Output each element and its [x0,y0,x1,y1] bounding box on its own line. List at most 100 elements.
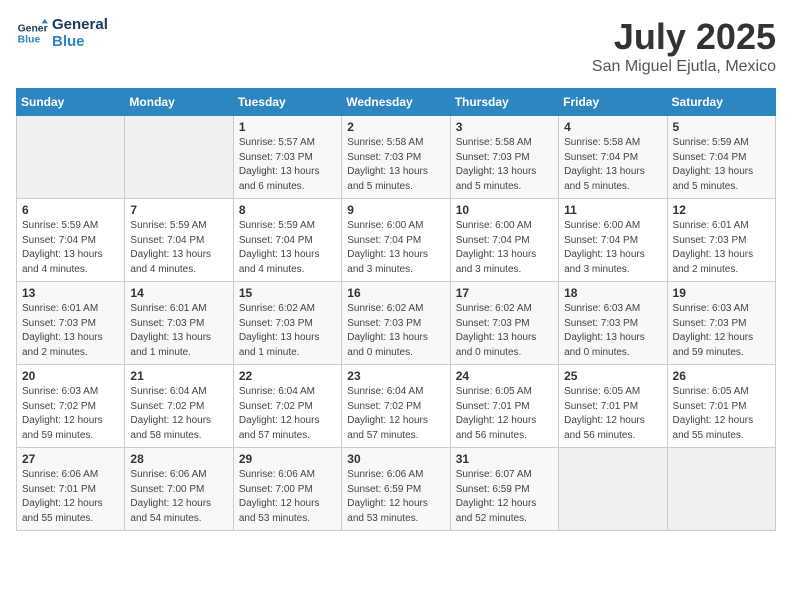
calendar-cell: 31 Sunrise: 6:07 AMSunset: 6:59 PMDayligh… [450,448,558,531]
day-detail: Sunrise: 6:00 AMSunset: 7:04 PMDaylight:… [347,219,444,277]
calendar-cell: 4 Sunrise: 5:58 AMSunset: 7:04 PMDaylight… [559,116,667,199]
calendar-cell: 5 Sunrise: 5:59 AMSunset: 7:04 PMDaylight… [667,116,775,199]
calendar-cell: 13 Sunrise: 6:01 AMSunset: 7:03 PMDayligh… [17,282,125,365]
calendar-cell [667,448,775,531]
day-detail: Sunrise: 6:03 AMSunset: 7:03 PMDaylight:… [673,302,770,360]
calendar-cell: 22Sunrise: 6:04 AMSunset: 7:02 PMDayligh… [233,365,341,448]
calendar-cell: 7Sunrise: 5:59 AMSunset: 7:04 PMDaylight… [125,199,233,282]
logo-text-line2: Blue [52,33,108,50]
day-detail: Sunrise: 6:02 AMSunset: 7:03 PMDaylight:… [456,302,553,360]
day-number: 6 [22,203,119,217]
day-number: 20 [22,369,119,383]
calendar-cell: 2 Sunrise: 5:58 AMSunset: 7:03 PMDaylight… [342,116,450,199]
weekday-header-row: SundayMondayTuesdayWednesdayThursdayFrid… [17,89,776,116]
calendar-cell: 10 Sunrise: 6:00 AMSunset: 7:04 PMDayligh… [450,199,558,282]
day-number: 11 [564,203,661,217]
day-number: 4 [564,120,661,134]
day-detail: Sunrise: 6:00 AMSunset: 7:04 PMDaylight:… [564,219,661,277]
calendar-cell: 15 Sunrise: 6:02 AMSunset: 7:03 PMDayligh… [233,282,341,365]
calendar-week-row: 1Sunrise: 5:57 AMSunset: 7:03 PMDaylight… [17,116,776,199]
calendar-cell: 17 Sunrise: 6:02 AMSunset: 7:03 PMDayligh… [450,282,558,365]
day-number: 19 [673,286,770,300]
logo-text-line1: General [52,16,108,33]
calendar-cell: 28 Sunrise: 6:06 AMSunset: 7:00 PMDayligh… [125,448,233,531]
day-number: 30 [347,452,444,466]
calendar-cell: 18Sunrise: 6:03 AMSunset: 7:03 PMDayligh… [559,282,667,365]
day-detail: Sunrise: 5:58 AMSunset: 7:03 PMDaylight:… [347,136,444,194]
day-number: 22 [239,369,336,383]
day-number: 21 [130,369,227,383]
day-detail: Sunrise: 6:05 AMSunset: 7:01 PMDaylight:… [564,385,661,443]
day-detail: Sunrise: 6:01 AMSunset: 7:03 PMDaylight:… [22,302,119,360]
day-detail: Sunrise: 6:02 AMSunset: 7:03 PMDaylight:… [347,302,444,360]
day-detail: Sunrise: 6:03 AMSunset: 7:02 PMDaylight:… [22,385,119,443]
day-detail: Sunrise: 6:06 AMSunset: 7:00 PMDaylight:… [239,468,336,526]
day-number: 29 [239,452,336,466]
month-title: July 2025 [592,16,776,58]
day-detail: Sunrise: 5:59 AMSunset: 7:04 PMDaylight:… [673,136,770,194]
weekday-header: Saturday [667,89,775,116]
calendar-cell: 3 Sunrise: 5:58 AMSunset: 7:03 PMDaylight… [450,116,558,199]
day-number: 27 [22,452,119,466]
logo-icon: General Blue [16,17,48,49]
calendar-cell: 16 Sunrise: 6:02 AMSunset: 7:03 PMDayligh… [342,282,450,365]
day-detail: Sunrise: 6:00 AMSunset: 7:04 PMDaylight:… [456,219,553,277]
svg-text:Blue: Blue [18,35,41,46]
day-detail: Sunrise: 5:59 AMSunset: 7:04 PMDaylight:… [22,219,119,277]
day-number: 16 [347,286,444,300]
day-number: 28 [130,452,227,466]
day-number: 26 [673,369,770,383]
calendar-cell: 6 Sunrise: 5:59 AMSunset: 7:04 PMDaylight… [17,199,125,282]
title-block: July 2025 San Miguel Ejutla, Mexico [592,16,776,76]
weekday-header: Thursday [450,89,558,116]
day-number: 17 [456,286,553,300]
weekday-header: Tuesday [233,89,341,116]
calendar-cell: 25Sunrise: 6:05 AMSunset: 7:01 PMDayligh… [559,365,667,448]
calendar-cell: 1Sunrise: 5:57 AMSunset: 7:03 PMDaylight… [233,116,341,199]
calendar-cell: 21Sunrise: 6:04 AMSunset: 7:02 PMDayligh… [125,365,233,448]
day-detail: Sunrise: 6:06 AMSunset: 6:59 PMDaylight:… [347,468,444,526]
svg-text:General: General [18,23,48,34]
calendar-week-row: 20 Sunrise: 6:03 AMSunset: 7:02 PMDayligh… [17,365,776,448]
day-number: 8 [239,203,336,217]
day-number: 18 [564,286,661,300]
day-detail: Sunrise: 6:06 AMSunset: 7:01 PMDaylight:… [22,468,119,526]
day-number: 9 [347,203,444,217]
calendar-week-row: 6 Sunrise: 5:59 AMSunset: 7:04 PMDaylight… [17,199,776,282]
day-detail: Sunrise: 6:06 AMSunset: 7:00 PMDaylight:… [130,468,227,526]
day-number: 1 [239,120,336,134]
day-number: 10 [456,203,553,217]
day-number: 24 [456,369,553,383]
weekday-header: Wednesday [342,89,450,116]
calendar-week-row: 13 Sunrise: 6:01 AMSunset: 7:03 PMDayligh… [17,282,776,365]
calendar-cell: 19 Sunrise: 6:03 AMSunset: 7:03 PMDayligh… [667,282,775,365]
calendar-cell: 11 Sunrise: 6:00 AMSunset: 7:04 PMDayligh… [559,199,667,282]
weekday-header: Monday [125,89,233,116]
day-number: 15 [239,286,336,300]
calendar-cell: 24Sunrise: 6:05 AMSunset: 7:01 PMDayligh… [450,365,558,448]
day-number: 3 [456,120,553,134]
day-number: 5 [673,120,770,134]
calendar-cell [559,448,667,531]
logo: General Blue General Blue [16,16,108,50]
page-header: General Blue General Blue July 2025 San … [16,16,776,76]
calendar-cell [125,116,233,199]
day-number: 12 [673,203,770,217]
calendar-cell: 12Sunrise: 6:01 AMSunset: 7:03 PMDayligh… [667,199,775,282]
day-number: 13 [22,286,119,300]
weekday-header: Friday [559,89,667,116]
calendar-cell: 27 Sunrise: 6:06 AMSunset: 7:01 PMDayligh… [17,448,125,531]
day-number: 2 [347,120,444,134]
location-subtitle: San Miguel Ejutla, Mexico [592,58,776,76]
day-detail: Sunrise: 5:58 AMSunset: 7:03 PMDaylight:… [456,136,553,194]
day-detail: Sunrise: 6:04 AMSunset: 7:02 PMDaylight:… [347,385,444,443]
day-detail: Sunrise: 6:05 AMSunset: 7:01 PMDaylight:… [673,385,770,443]
day-detail: Sunrise: 6:02 AMSunset: 7:03 PMDaylight:… [239,302,336,360]
day-detail: Sunrise: 6:07 AMSunset: 6:59 PMDaylight:… [456,468,553,526]
day-detail: Sunrise: 5:58 AMSunset: 7:04 PMDaylight:… [564,136,661,194]
calendar-cell: 8Sunrise: 5:59 AMSunset: 7:04 PMDaylight… [233,199,341,282]
calendar-cell: 29 Sunrise: 6:06 AMSunset: 7:00 PMDayligh… [233,448,341,531]
calendar-week-row: 27 Sunrise: 6:06 AMSunset: 7:01 PMDayligh… [17,448,776,531]
calendar-cell: 30 Sunrise: 6:06 AMSunset: 6:59 PMDayligh… [342,448,450,531]
day-number: 31 [456,452,553,466]
